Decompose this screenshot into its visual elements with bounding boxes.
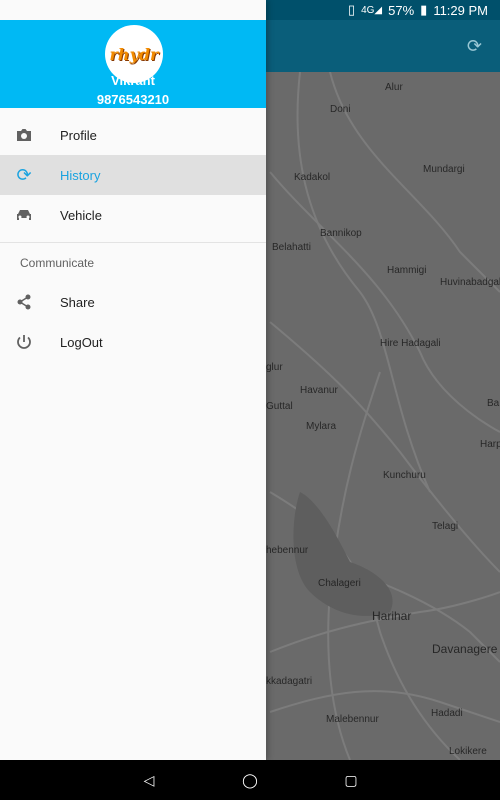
drawer-item-label: LogOut	[60, 334, 103, 350]
map-label: Hire Hadagali	[380, 338, 441, 349]
drawer-item-label: History	[60, 167, 101, 183]
map-label: Ba	[487, 398, 500, 409]
map-label: Belahatti	[272, 242, 311, 253]
car-icon	[12, 203, 36, 227]
battery-percent: 57%	[388, 2, 415, 18]
map-label: Harp	[480, 439, 500, 450]
refresh-icon[interactable]: ⟳	[467, 36, 482, 57]
map-label: Mundargi	[423, 164, 465, 175]
map-label: hebennur	[266, 545, 309, 556]
drawer-item-share[interactable]: Share	[0, 282, 266, 322]
share-icon	[12, 290, 36, 314]
map-label: Havanur	[300, 385, 338, 396]
map-label: Doni	[330, 104, 351, 115]
user-name: Vikrant	[111, 73, 155, 88]
map-label: Guttal	[266, 401, 293, 412]
drawer-item-label: Vehicle	[60, 207, 102, 223]
map-label: Malebennur	[326, 714, 379, 725]
drawer-item-history[interactable]: ⟳ History	[0, 155, 266, 195]
navigation-drawer: rhydr Vikrant 9876543210 Profile ⟳ Histo…	[0, 0, 266, 760]
refresh-icon: ⟳	[16, 164, 32, 185]
camera-icon	[12, 123, 36, 147]
signal-4g-icon: 4G◢	[361, 4, 383, 16]
map-label: Telagi	[432, 521, 459, 532]
map-label: Kunchuru	[383, 470, 426, 481]
map-label: glur	[266, 362, 283, 373]
map-label: Hadadi	[431, 708, 463, 719]
battery-icon: ▮	[420, 2, 428, 17]
map-label: Hammigi	[387, 265, 427, 276]
map-label: Bannikop	[320, 228, 362, 239]
divider	[0, 242, 266, 243]
map-label: Alur	[385, 82, 403, 93]
map-label: Harihar	[372, 609, 412, 623]
drawer-header: rhydr Vikrant 9876543210	[0, 20, 266, 108]
vibrate-icon: ▯	[347, 2, 356, 17]
drawer-item-profile[interactable]: Profile	[0, 115, 266, 155]
back-icon[interactable]: ◁	[141, 772, 157, 788]
map-label: kkadagatri	[266, 676, 313, 687]
system-nav-bar: ◁ ◯ ▢	[0, 760, 500, 800]
status-time: 11:29 PM	[433, 2, 488, 18]
drawer-item-logout[interactable]: LogOut	[0, 322, 266, 362]
map-label: Lokikere	[449, 746, 487, 757]
drawer-item-label: Profile	[60, 127, 97, 143]
section-title: Communicate	[20, 256, 95, 270]
map-label: Huvinabadgali	[440, 277, 500, 288]
drawer-item-label: Share	[60, 294, 95, 310]
drawer-item-vehicle[interactable]: Vehicle	[0, 195, 266, 235]
power-icon	[12, 330, 36, 354]
user-phone: 9876543210	[96, 92, 170, 107]
recents-icon[interactable]: ▢	[343, 772, 359, 788]
map-label: Davanagere	[432, 642, 498, 656]
map-label: Kadakol	[294, 172, 331, 183]
map-label: Mylara	[306, 421, 337, 432]
map-label: Chalageri	[318, 578, 361, 589]
status-right: ▯ 4G◢ 57% ▮ 11:29 PM	[348, 2, 488, 18]
home-icon[interactable]: ◯	[242, 772, 258, 788]
